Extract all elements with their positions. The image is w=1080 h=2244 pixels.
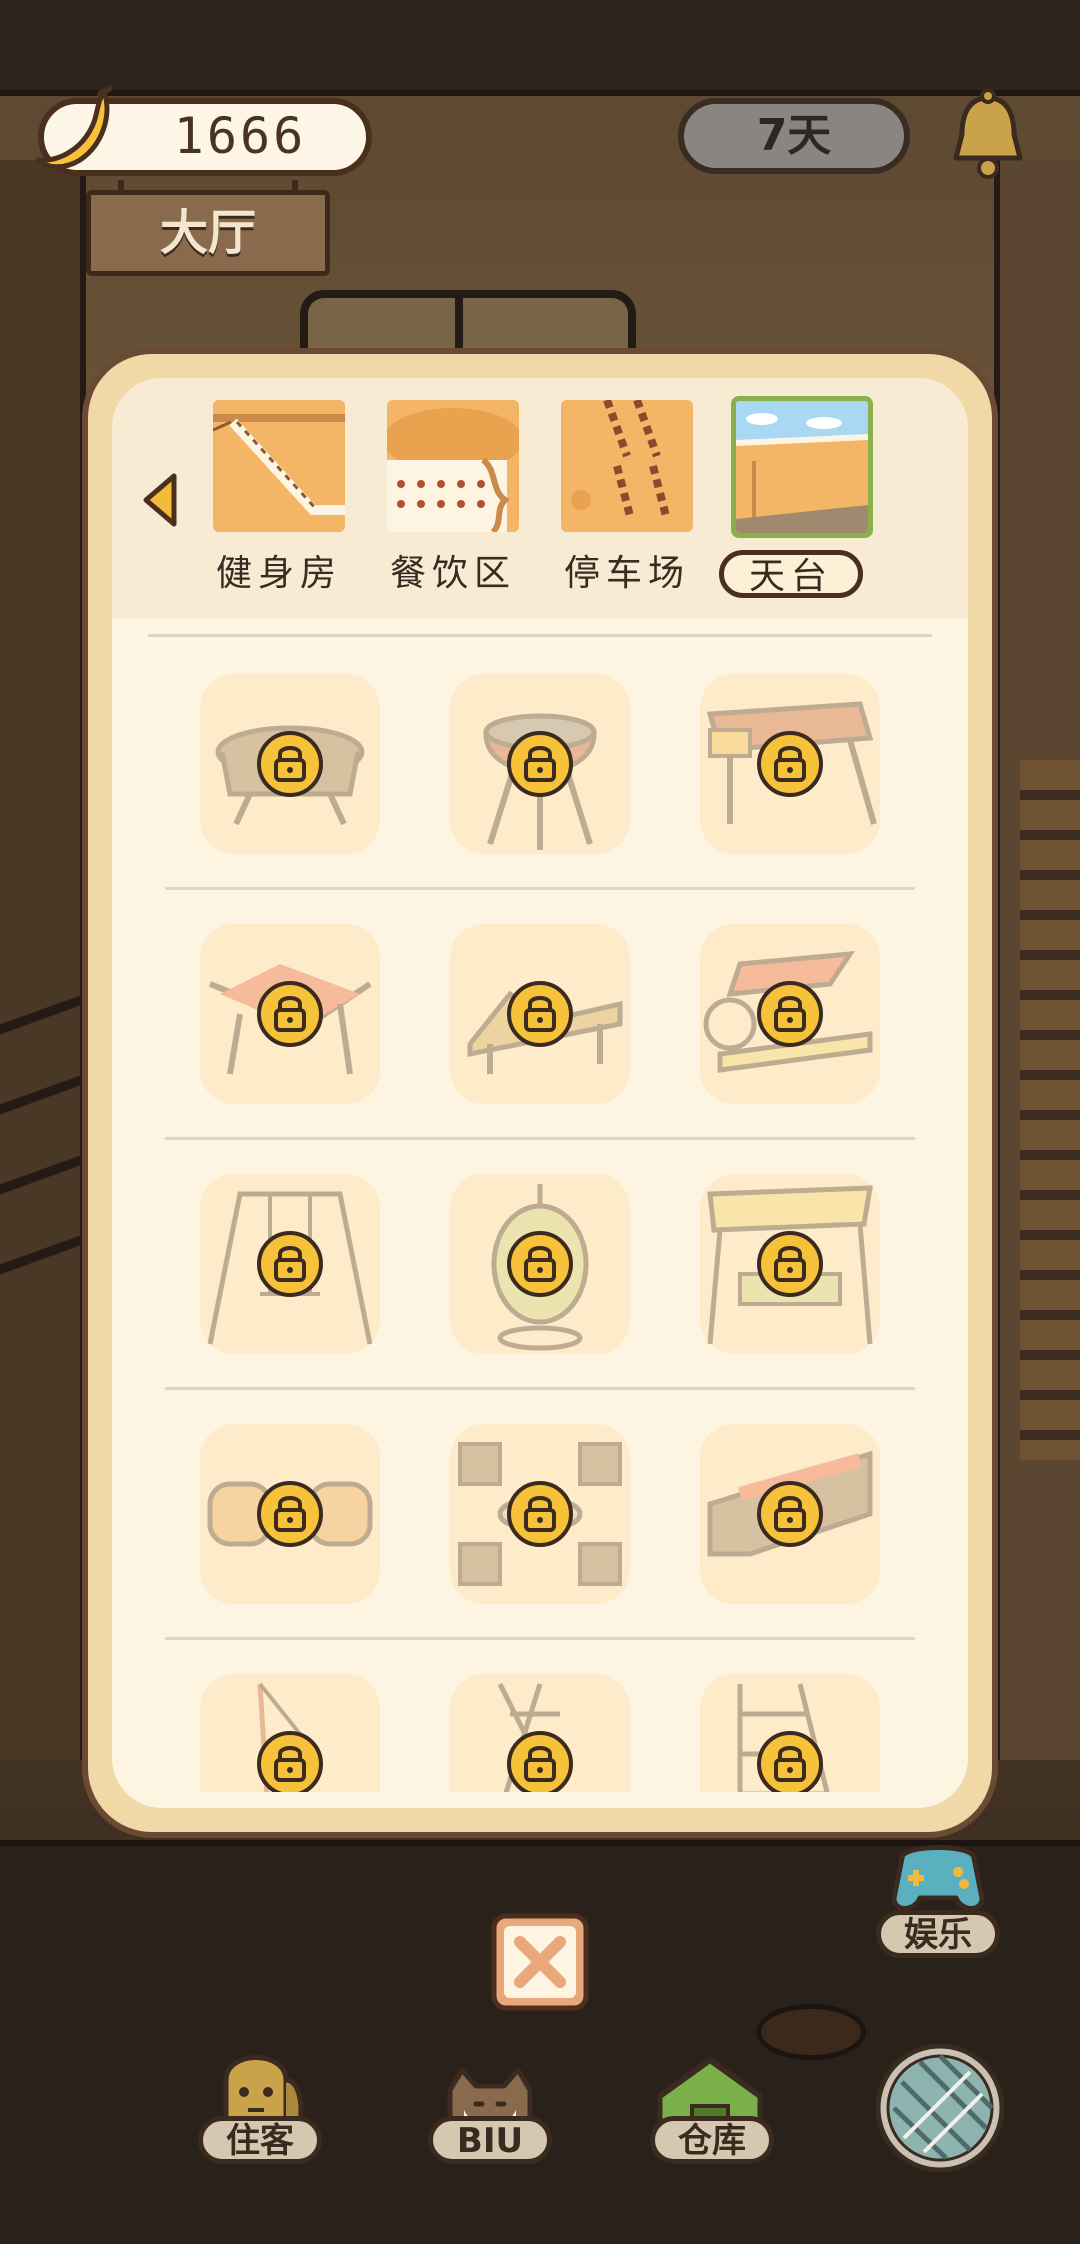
lock-icon <box>257 1231 323 1297</box>
lock-icon <box>257 981 323 1047</box>
lock-icon <box>757 1731 823 1792</box>
lock-icon <box>507 1481 573 1547</box>
fun-button[interactable]: 娱乐 <box>876 1910 1000 1958</box>
lock-icon <box>257 731 323 797</box>
gamepad-icon[interactable] <box>888 1838 988 1914</box>
left-arrow-icon[interactable] <box>140 470 180 530</box>
furniture-slot-folding-stand[interactable] <box>450 1674 630 1792</box>
furniture-slot-kettle-grill[interactable] <box>450 674 630 854</box>
tab-label: 天台 <box>719 550 863 598</box>
furniture-slot-corner-sofa[interactable] <box>700 1424 880 1604</box>
tab-label: 停车场 <box>563 553 690 594</box>
lock-icon <box>757 1231 823 1297</box>
lock-icon <box>757 981 823 1047</box>
lock-icon <box>507 1731 573 1792</box>
lock-icon <box>507 1231 573 1297</box>
banana-count: 1666 <box>173 107 307 165</box>
furniture-slot-round-grill[interactable] <box>200 674 380 854</box>
furniture-slot-canopy-lounger[interactable] <box>700 924 880 1104</box>
tab-divider <box>148 634 932 637</box>
furniture-slot-patio-table-set[interactable] <box>450 1424 630 1604</box>
gym-thumbnail <box>213 400 345 532</box>
furniture-slot-swing-set[interactable] <box>200 1174 380 1354</box>
nav-biu[interactable]: BIU <box>428 2116 552 2164</box>
nav-warehouse[interactable]: 仓库 <box>650 2116 774 2164</box>
furniture-slot-folding-lounge-chair[interactable] <box>200 924 380 1104</box>
furniture-slot-wicker-chairs[interactable] <box>200 1424 380 1604</box>
furniture-slot-bbq-cart[interactable] <box>700 674 880 854</box>
row-divider <box>165 1137 915 1140</box>
furniture-slot-ladder-rack[interactable] <box>700 1674 880 1792</box>
furniture-slot-umbrella-stand[interactable] <box>200 1674 380 1792</box>
lock-icon <box>757 1481 823 1547</box>
lock-icon <box>507 981 573 1047</box>
furniture-grid <box>112 640 968 1792</box>
rooftop-thumbnail <box>731 396 873 538</box>
banana-icon <box>35 85 113 170</box>
parking-thumbnail <box>561 400 693 532</box>
lock-icon <box>257 1731 323 1792</box>
day-counter: 7天 <box>678 98 910 174</box>
close-icon[interactable] <box>490 1912 590 2012</box>
furniture-slot-egg-chair[interactable] <box>450 1174 630 1354</box>
bell-icon[interactable] <box>944 88 1032 184</box>
yarn-ball-icon[interactable] <box>874 2042 1006 2174</box>
dining-thumbnail <box>387 400 519 532</box>
tab-label: 餐饮区 <box>389 553 516 594</box>
lock-icon <box>757 731 823 797</box>
nav-guests[interactable]: 住客 <box>198 2116 322 2164</box>
furniture-slot-canopy-swing[interactable] <box>700 1174 880 1354</box>
row-divider <box>165 887 915 890</box>
tab-label: 健身房 <box>215 553 342 594</box>
room-name-sign: 大厅 <box>86 190 330 276</box>
lock-icon <box>257 1481 323 1547</box>
row-divider <box>165 1387 915 1390</box>
row-divider <box>165 1637 915 1640</box>
lock-icon <box>507 731 573 797</box>
furniture-slot-sun-lounger[interactable] <box>450 924 630 1104</box>
